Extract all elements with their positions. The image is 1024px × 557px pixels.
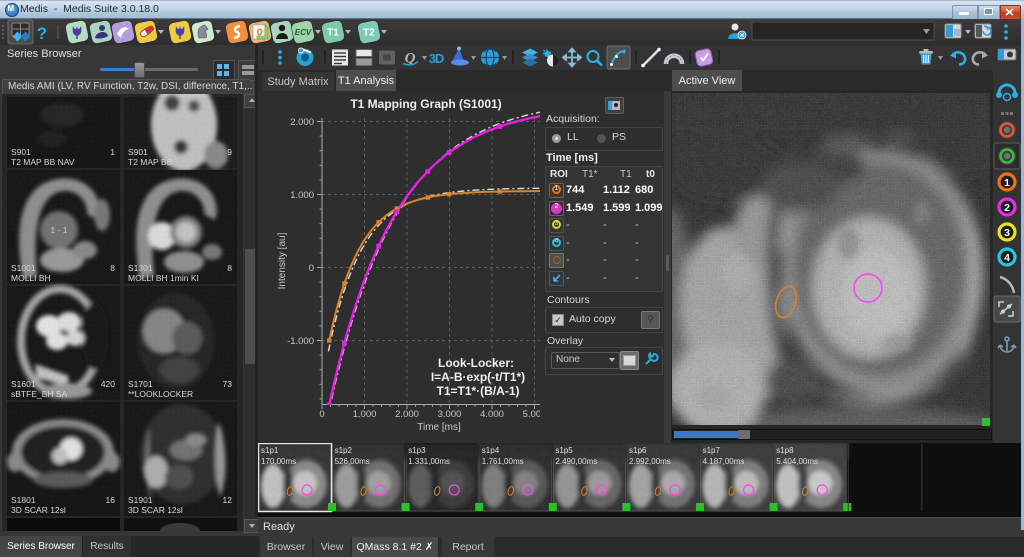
svg-text:-1.000: -1.000 [287,336,314,347]
svg-text:sBTFE_BH SA: sBTFE_BH SA [11,389,68,399]
svg-text:2.490,00ms: 2.490,00ms [555,457,597,466]
svg-text:3D: 3D [429,51,444,66]
svg-text:S1801: S1801 [11,495,36,505]
svg-text:12: 12 [223,495,233,505]
svg-text:2.000: 2.000 [395,409,419,420]
svg-text:0: 0 [309,263,314,274]
svg-text:5.404,00ms: 5.404,00ms [776,457,818,466]
svg-text:s1p3: s1p3 [408,446,426,455]
svg-text:1: 1 [110,147,115,157]
svg-text:8: 8 [227,263,232,273]
svg-text:T1: T1 [327,28,339,39]
svg-text:3.000: 3.000 [438,409,462,420]
svg-text:s1p7: s1p7 [703,446,721,455]
svg-text:3: 3 [1004,227,1010,239]
svg-text:Time [ms]: Time [ms] [417,422,461,433]
svg-text:Look-Locker:: Look-Locker: [438,356,514,370]
svg-text:s1p6: s1p6 [629,446,647,455]
svg-text:S901: S901 [128,147,148,157]
svg-text:1: 1 [1004,177,1010,189]
svg-text:I=A-B·exp(-t/T1*): I=A-B·exp(-t/T1*) [431,370,525,384]
svg-text:T2 MAP BB: T2 MAP BB [128,157,173,167]
svg-text:2.992,00ms: 2.992,00ms [629,457,671,466]
svg-text:s1p8: s1p8 [776,446,794,455]
svg-text:9: 9 [227,147,232,157]
svg-text:s1p2: s1p2 [335,446,353,455]
svg-text:4.000: 4.000 [480,409,504,420]
svg-text:3D SCAR 12sl: 3D SCAR 12sl [11,505,66,515]
svg-text:**LOOKLOCKER: **LOOKLOCKER [128,389,193,399]
svg-text:4: 4 [1004,252,1010,264]
svg-text:1.331,00ms: 1.331,00ms [408,457,450,466]
svg-text:MOLLI BH: MOLLI BH [11,273,51,283]
svg-text:1.761,00ms: 1.761,00ms [482,457,524,466]
svg-text:S901: S901 [11,147,31,157]
svg-text:73: 73 [223,379,233,389]
svg-text:S1001: S1001 [11,263,36,273]
svg-text:s1p5: s1p5 [555,446,573,455]
svg-text:0: 0 [319,409,324,420]
svg-text:T1 Mapping Graph (S1001): T1 Mapping Graph (S1001) [350,97,501,111]
svg-text:S1901: S1901 [128,495,153,505]
svg-text:Intensity [au]: Intensity [au] [277,232,288,289]
svg-text:4.187,00ms: 4.187,00ms [703,457,745,466]
svg-text:1.000: 1.000 [353,409,377,420]
svg-text:T2 MAP BB NAV: T2 MAP BB NAV [11,157,75,167]
svg-text:1 - 1: 1 - 1 [50,225,67,235]
svg-text:?: ? [37,24,47,43]
svg-text:2: 2 [1004,202,1010,214]
svg-text:2.000: 2.000 [290,117,314,128]
svg-text:526,00ms: 526,00ms [335,457,370,466]
svg-text:S1301: S1301 [128,263,153,273]
svg-text:s1p1: s1p1 [261,446,279,455]
svg-text:MOLLI BH 1min KI: MOLLI BH 1min KI [128,273,199,283]
svg-text:3D SCAR 12sl: 3D SCAR 12sl [128,505,183,515]
svg-text:170,00ms: 170,00ms [261,457,296,466]
svg-text:S1601: S1601 [11,379,36,389]
svg-text:T2: T2 [363,28,375,39]
svg-text:T1=T1*·(B/A-1): T1=T1*·(B/A-1) [436,384,519,398]
svg-text:16: 16 [106,495,116,505]
svg-text:1.000: 1.000 [290,190,314,201]
svg-text:s1p4: s1p4 [482,446,500,455]
svg-text:8: 8 [110,263,115,273]
svg-text:S1701: S1701 [128,379,153,389]
svg-text:420: 420 [101,379,115,389]
svg-text:ECV: ECV [295,28,312,37]
